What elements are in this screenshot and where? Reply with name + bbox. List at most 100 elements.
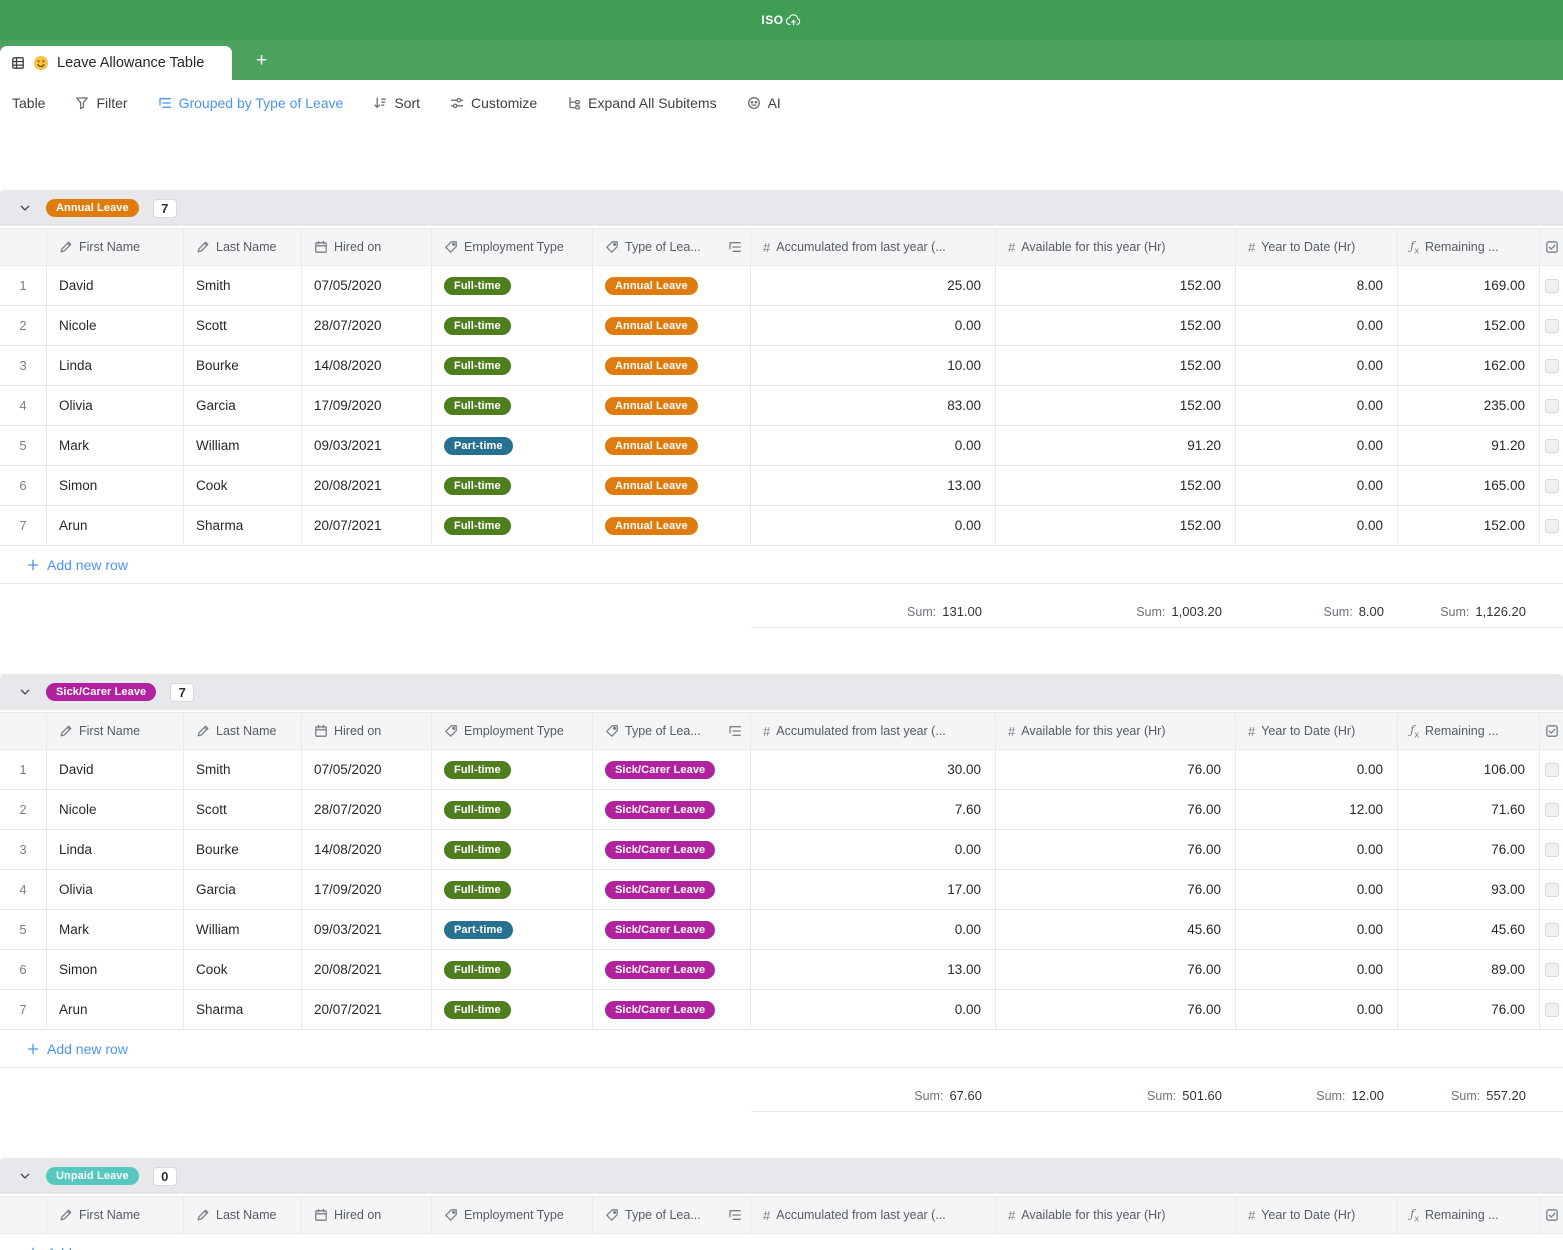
cell-checkbox[interactable] [1540, 790, 1563, 830]
cell-hired_on[interactable]: 20/08/2021 [302, 466, 432, 506]
cell-accumulated[interactable]: 0.00 [751, 910, 996, 950]
cell-available[interactable]: 76.00 [996, 830, 1236, 870]
cell-type_of_leave[interactable]: Annual Leave [593, 506, 751, 546]
column-header-employment_type[interactable]: Employment Type [432, 712, 593, 750]
column-header-remaining[interactable]: ƒxRemaining ... [1398, 228, 1540, 266]
column-header-checkbox[interactable] [1540, 228, 1563, 266]
column-header-first_name[interactable]: First Name [47, 228, 184, 266]
cell-ytd[interactable]: 12.00 [1236, 790, 1398, 830]
cell-available[interactable]: 76.00 [996, 870, 1236, 910]
column-header-row_num[interactable] [0, 1196, 47, 1234]
cell-checkbox[interactable] [1540, 386, 1563, 426]
column-header-ytd[interactable]: #Year to Date (Hr) [1236, 712, 1398, 750]
cell-type_of_leave[interactable]: Annual Leave [593, 346, 751, 386]
add-new-row-button[interactable]: Add new row [0, 546, 1563, 584]
cell-hired_on[interactable]: 28/07/2020 [302, 790, 432, 830]
column-header-row_num[interactable] [0, 712, 47, 750]
cell-row_num[interactable]: 7 [0, 990, 47, 1030]
cell-row_num[interactable]: 4 [0, 870, 47, 910]
cell-last_name[interactable]: Garcia [184, 386, 302, 426]
cell-hired_on[interactable]: 17/09/2020 [302, 386, 432, 426]
cell-first_name[interactable]: Mark [47, 910, 184, 950]
cell-row_num[interactable]: 5 [0, 426, 47, 466]
cell-employment_type[interactable]: Full-time [432, 870, 593, 910]
cell-type_of_leave[interactable]: Sick/Carer Leave [593, 990, 751, 1030]
cell-first_name[interactable]: Arun [47, 506, 184, 546]
column-header-hired_on[interactable]: Hired on [302, 712, 432, 750]
column-header-type_of_leave[interactable]: Type of Lea... [593, 228, 751, 266]
cell-employment_type[interactable]: Part-time [432, 426, 593, 466]
column-header-ytd[interactable]: #Year to Date (Hr) [1236, 1196, 1398, 1234]
column-header-type_of_leave[interactable]: Type of Lea... [593, 712, 751, 750]
column-header-first_name[interactable]: First Name [47, 1196, 184, 1234]
cell-row_num[interactable]: 4 [0, 386, 47, 426]
cell-available[interactable]: 152.00 [996, 506, 1236, 546]
cell-row_num[interactable]: 7 [0, 506, 47, 546]
cell-available[interactable]: 152.00 [996, 266, 1236, 306]
column-header-available[interactable]: #Available for this year (Hr) [996, 712, 1236, 750]
cell-remaining[interactable]: 165.00 [1398, 466, 1540, 506]
cell-ytd[interactable]: 0.00 [1236, 870, 1398, 910]
cell-remaining[interactable]: 76.00 [1398, 830, 1540, 870]
cell-employment_type[interactable]: Full-time [432, 306, 593, 346]
cell-accumulated[interactable]: 83.00 [751, 386, 996, 426]
cell-remaining[interactable]: 76.00 [1398, 990, 1540, 1030]
column-header-first_name[interactable]: First Name [47, 712, 184, 750]
row-checkbox[interactable] [1545, 319, 1559, 333]
cell-ytd[interactable]: 0.00 [1236, 426, 1398, 466]
cell-first_name[interactable]: Olivia [47, 870, 184, 910]
cell-first_name[interactable]: Nicole [47, 790, 184, 830]
cell-last_name[interactable]: Scott [184, 790, 302, 830]
add-new-row-button[interactable]: Add new row [0, 1030, 1563, 1068]
group-header[interactable]: Annual Leave 7 [0, 190, 1563, 226]
cell-employment_type[interactable]: Full-time [432, 346, 593, 386]
cell-hired_on[interactable]: 09/03/2021 [302, 426, 432, 466]
cell-employment_type[interactable]: Full-time [432, 750, 593, 790]
column-header-remaining[interactable]: ƒxRemaining ... [1398, 1196, 1540, 1234]
cell-accumulated[interactable]: 0.00 [751, 506, 996, 546]
cell-accumulated[interactable]: 30.00 [751, 750, 996, 790]
toolbar-customize[interactable]: Customize [450, 95, 537, 111]
cell-ytd[interactable]: 0.00 [1236, 306, 1398, 346]
cell-ytd[interactable]: 8.00 [1236, 266, 1398, 306]
cell-first_name[interactable]: David [47, 750, 184, 790]
cell-ytd[interactable]: 0.00 [1236, 466, 1398, 506]
cell-remaining[interactable]: 152.00 [1398, 306, 1540, 346]
cell-hired_on[interactable]: 20/08/2021 [302, 950, 432, 990]
cell-employment_type[interactable]: Full-time [432, 506, 593, 546]
cell-available[interactable]: 152.00 [996, 466, 1236, 506]
column-header-last_name[interactable]: Last Name [184, 228, 302, 266]
cell-checkbox[interactable] [1540, 990, 1563, 1030]
chevron-down-icon[interactable] [18, 685, 32, 699]
cell-last_name[interactable]: Sharma [184, 506, 302, 546]
cell-available[interactable]: 76.00 [996, 950, 1236, 990]
cell-first_name[interactable]: Olivia [47, 386, 184, 426]
cell-first_name[interactable]: David [47, 266, 184, 306]
cell-accumulated[interactable]: 0.00 [751, 426, 996, 466]
column-header-checkbox[interactable] [1540, 712, 1563, 750]
cell-accumulated[interactable]: 13.00 [751, 950, 996, 990]
cell-remaining[interactable]: 45.60 [1398, 910, 1540, 950]
cell-first_name[interactable]: Nicole [47, 306, 184, 346]
toolbar-sort[interactable]: Sort [373, 95, 420, 111]
cell-type_of_leave[interactable]: Sick/Carer Leave [593, 790, 751, 830]
row-checkbox[interactable] [1545, 399, 1559, 413]
cell-first_name[interactable]: Mark [47, 426, 184, 466]
cell-ytd[interactable]: 0.00 [1236, 750, 1398, 790]
cell-ytd[interactable]: 0.00 [1236, 950, 1398, 990]
row-checkbox[interactable] [1545, 963, 1559, 977]
cell-checkbox[interactable] [1540, 870, 1563, 910]
cell-type_of_leave[interactable]: Sick/Carer Leave [593, 830, 751, 870]
cell-employment_type[interactable]: Full-time [432, 990, 593, 1030]
cell-remaining[interactable]: 169.00 [1398, 266, 1540, 306]
cell-row_num[interactable]: 6 [0, 950, 47, 990]
cell-type_of_leave[interactable]: Annual Leave [593, 306, 751, 346]
row-checkbox[interactable] [1545, 803, 1559, 817]
row-checkbox[interactable] [1545, 439, 1559, 453]
cell-employment_type[interactable]: Part-time [432, 910, 593, 950]
cell-ytd[interactable]: 0.00 [1236, 506, 1398, 546]
cell-accumulated[interactable]: 10.00 [751, 346, 996, 386]
cell-last_name[interactable]: William [184, 426, 302, 466]
cell-row_num[interactable]: 5 [0, 910, 47, 950]
column-header-hired_on[interactable]: Hired on [302, 1196, 432, 1234]
